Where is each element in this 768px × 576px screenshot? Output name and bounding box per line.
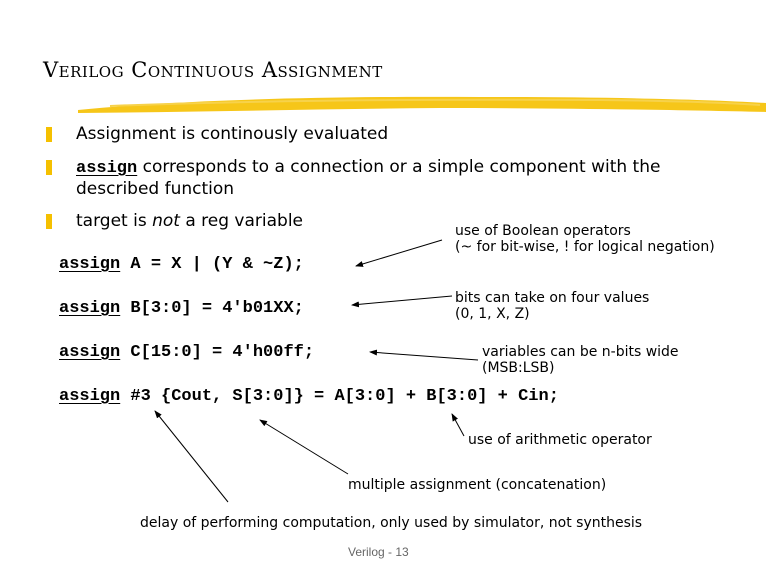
- arrow-four-values: [351, 295, 453, 308]
- arrow-arithmetic: [451, 413, 465, 437]
- annotation-arrows: [154, 239, 479, 503]
- arrow-concatenation: [259, 419, 349, 475]
- arrow-delay: [154, 410, 229, 503]
- slide-footer: Verilog - 13: [348, 545, 409, 559]
- arrow-n-bits: [369, 349, 479, 361]
- arrow-boolean: [355, 239, 443, 267]
